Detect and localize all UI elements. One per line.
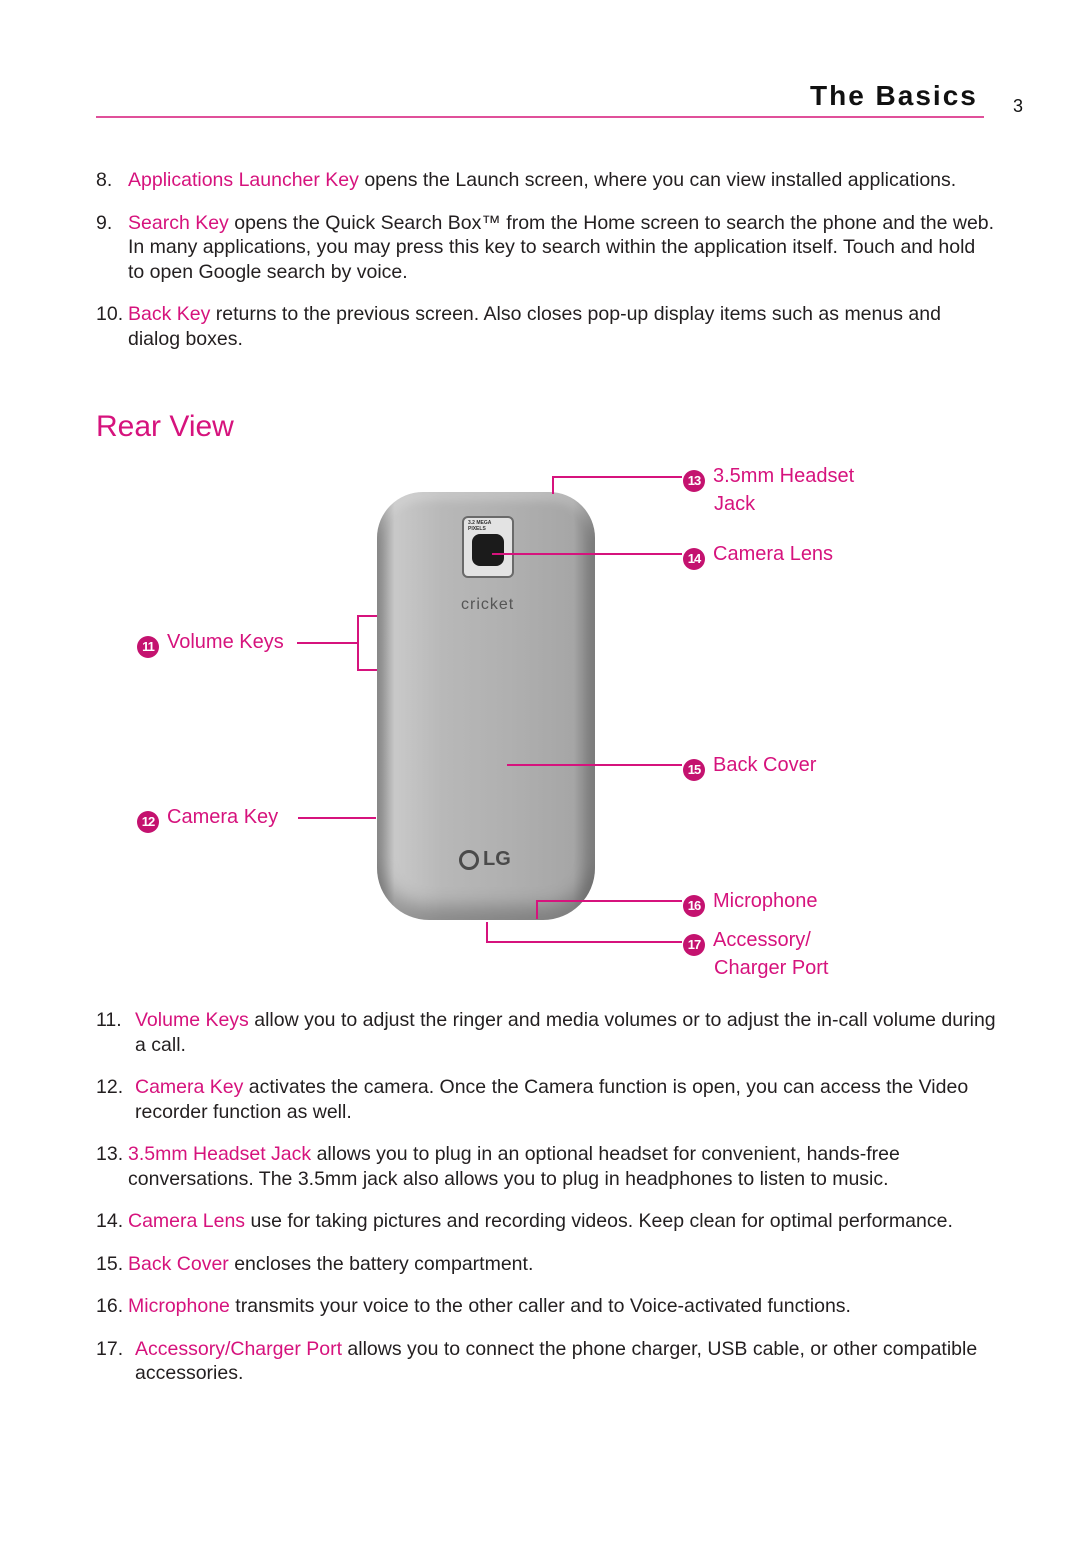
header-divider bbox=[96, 116, 984, 118]
callout-label: Accessory/ bbox=[713, 929, 811, 951]
callout-line bbox=[552, 476, 682, 478]
phone-rear-image: 3.2 MEGA PIXELS cricket LG bbox=[377, 492, 595, 920]
callout-label: Volume Keys bbox=[167, 631, 284, 653]
maker-text: LG bbox=[483, 848, 511, 870]
item-term: Volume Keys bbox=[135, 1009, 249, 1031]
item-term: Camera Key bbox=[135, 1076, 244, 1098]
callout-number-badge: 14 bbox=[683, 548, 705, 570]
item-term: 3.5mm Headset Jack bbox=[128, 1143, 312, 1165]
callout-label: Microphone bbox=[713, 890, 818, 912]
list-item: 13. 3.5mm Headset Jack allows you to plug… bbox=[96, 1142, 996, 1191]
callout-camera-key: 12 Camera Key bbox=[137, 805, 278, 833]
key-list-bottom: 11. Volume Keys allow you to adjust the r… bbox=[96, 1008, 996, 1386]
callout-label: Camera Lens bbox=[713, 543, 834, 565]
page-number: 3 bbox=[1013, 96, 1024, 116]
item-term: Back Cover bbox=[128, 1252, 229, 1275]
callout-line bbox=[298, 817, 376, 819]
item-term: Accessory/Charger Port bbox=[135, 1337, 342, 1360]
callout-label: 3.5mm Headset bbox=[713, 465, 855, 487]
item-term: Microphone bbox=[128, 1295, 230, 1317]
callout-line bbox=[507, 764, 682, 766]
callout-line bbox=[486, 941, 682, 943]
callout-line bbox=[357, 669, 377, 671]
list-item: 14. Camera Lens use for taking pictures a… bbox=[96, 1209, 996, 1234]
callout-label: Back Cover bbox=[713, 754, 817, 776]
item-number: 10. bbox=[96, 303, 124, 325]
item-description: encloses the battery compartment. bbox=[228, 1252, 534, 1275]
callout-number-badge: 17 bbox=[683, 934, 705, 956]
item-number: 13. bbox=[96, 1143, 124, 1165]
callout-back-cover: 15 Back Cover bbox=[683, 753, 816, 781]
camera-lens-icon bbox=[472, 534, 504, 566]
callout-line bbox=[357, 615, 359, 671]
list-item: 12. Camera Key activates the camera. Once… bbox=[96, 1075, 996, 1124]
item-description: returns to the previous screen. Also clo… bbox=[128, 303, 941, 350]
callout-line bbox=[552, 476, 554, 494]
item-term: Applications Launcher Key bbox=[128, 169, 359, 191]
list-item: 8. Applications Launcher Key opens the La… bbox=[96, 168, 996, 193]
callout-microphone: 16 Microphone bbox=[683, 889, 818, 917]
list-item: 16. Microphone transmits your voice to th… bbox=[96, 1294, 996, 1319]
list-item: 10. Back Key returns to the previous scre… bbox=[96, 302, 996, 351]
callout-label-line2: Jack bbox=[714, 493, 756, 515]
item-number: 16. bbox=[96, 1295, 124, 1317]
lg-logo-icon bbox=[459, 850, 479, 870]
camera-megapixel-label: 3.2 MEGA PIXELS bbox=[468, 520, 492, 532]
item-number: 14. bbox=[96, 1210, 124, 1232]
item-number: 11. bbox=[96, 1009, 122, 1031]
callout-label: Camera Key bbox=[167, 806, 279, 828]
carrier-logo: cricket bbox=[461, 596, 515, 613]
callout-line bbox=[492, 553, 682, 555]
callout-line bbox=[486, 922, 488, 942]
callout-camera-lens: 14 Camera Lens bbox=[683, 542, 833, 570]
callout-volume-keys: 11 Volume Keys bbox=[137, 630, 284, 658]
callout-headset-jack: 13 3.5mm Headset Jack bbox=[683, 464, 854, 517]
item-description: transmits your voice to the other caller… bbox=[229, 1295, 851, 1317]
chapter-title: The Basics bbox=[810, 80, 978, 111]
callout-line bbox=[297, 642, 357, 644]
item-description: use for taking pictures and recording vi… bbox=[245, 1210, 953, 1232]
item-description: opens the Launch screen, where you can v… bbox=[358, 169, 957, 191]
item-number: 17. bbox=[96, 1337, 124, 1360]
callout-number-badge: 16 bbox=[683, 895, 705, 917]
item-term: Search Key bbox=[128, 211, 229, 234]
list-item: 17. Accessory/Charger Port allows you to … bbox=[96, 1337, 996, 1386]
list-item: 9. Search Key opens the Quick Search Box™… bbox=[96, 211, 996, 285]
item-term: Back Key bbox=[128, 303, 211, 325]
item-description: allow you to adjust the ringer and media… bbox=[135, 1009, 996, 1056]
callout-number-badge: 12 bbox=[137, 811, 159, 833]
list-item: 15. Back Cover encloses the battery compa… bbox=[96, 1252, 996, 1277]
callout-label-line2: Charger Port bbox=[714, 957, 829, 979]
callout-number-badge: 11 bbox=[137, 636, 159, 658]
item-description: opens the Quick Search Box™ from the Hom… bbox=[128, 211, 995, 283]
key-list-top: 8. Applications Launcher Key opens the La… bbox=[96, 168, 996, 351]
callout-number-badge: 15 bbox=[683, 759, 705, 781]
item-term: Camera Lens bbox=[128, 1210, 246, 1232]
item-number: 15. bbox=[96, 1252, 124, 1275]
camera-module: 3.2 MEGA PIXELS bbox=[462, 516, 514, 578]
callout-accessory-port: 17 Accessory/ Charger Port bbox=[683, 928, 829, 981]
item-number: 8. bbox=[96, 169, 113, 191]
item-number: 9. bbox=[96, 211, 113, 234]
item-description: activates the camera. Once the Camera fu… bbox=[135, 1076, 969, 1123]
item-number: 12. bbox=[96, 1076, 124, 1098]
list-item: 11. Volume Keys allow you to adjust the r… bbox=[96, 1008, 996, 1057]
callout-number-badge: 13 bbox=[683, 470, 705, 492]
callout-line bbox=[536, 900, 682, 902]
maker-logo: LG bbox=[459, 848, 511, 871]
callout-line bbox=[357, 615, 377, 617]
callout-line bbox=[536, 900, 538, 919]
section-title: Rear View bbox=[96, 410, 234, 443]
